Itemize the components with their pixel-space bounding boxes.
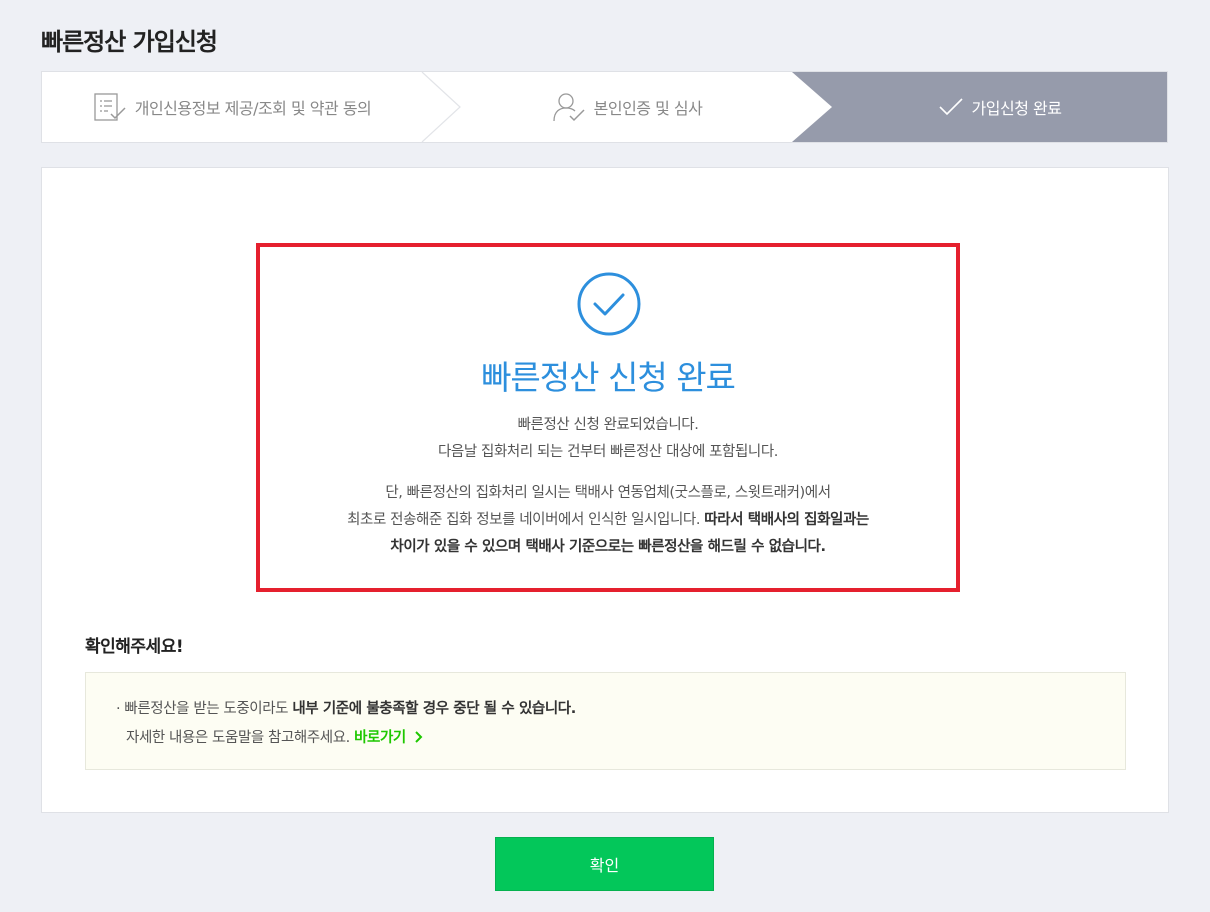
chevron-right-icon <box>414 731 422 743</box>
content-card: 빠른정산 신청 완료 빠른정산 신청 완료되었습니다. 다음날 집화처리 되는 … <box>41 167 1169 813</box>
step-complete: 가입신청 완료 <box>832 72 1167 142</box>
person-check-icon <box>552 91 586 123</box>
step-label: 본인인증 및 심사 <box>593 99 703 118</box>
completion-title: 빠른정산 신청 완료 <box>481 358 736 397</box>
shortcut-link[interactable]: 바로가기 <box>354 730 423 746</box>
document-checklist-icon <box>93 92 127 122</box>
step-verification: 본인인증 및 심사 <box>462 72 792 142</box>
step-label: 가입신청 완료 <box>971 99 1062 118</box>
settlement-notice: 단, 빠른정산의 집화처리 일시는 택배사 연동업체(굿스플로, 스윗트래커)에… <box>347 485 869 555</box>
step-consent: 개인신용정보 제공/조회 및 약관 동의 <box>42 72 422 142</box>
notice-help-line: 자세한 내용은 도움말을 참고해주세요. 바로가기 <box>116 724 1125 753</box>
page-title: 빠른정산 가입신청 <box>41 28 218 56</box>
progress-stepper: 개인신용정보 제공/조회 및 약관 동의 본인인증 및 심사 가입신청 완료 <box>41 71 1168 143</box>
step-divider-icon <box>421 72 461 142</box>
notice-line: · 빠른정산을 받는 도중이라도 내부 기준에 불충족할 경우 중단 될 수 있… <box>116 701 576 717</box>
checkmark-icon <box>938 97 964 117</box>
check-circle-icon <box>576 271 642 341</box>
completion-message: 빠른정산 신청 완료되었습니다. 다음날 집화처리 되는 건부터 빠른정산 대상… <box>437 417 779 460</box>
step-label: 개인신용정보 제공/조회 및 약관 동의 <box>134 99 372 118</box>
completion-panel: 빠른정산 신청 완료 빠른정산 신청 완료되었습니다. 다음날 집화처리 되는 … <box>256 243 960 592</box>
notice-heading: 확인해주세요! <box>85 637 184 657</box>
notice-box: · 빠른정산을 받는 도중이라도 내부 기준에 불충족할 경우 중단 될 수 있… <box>85 672 1126 770</box>
confirm-button[interactable]: 확인 <box>495 837 714 891</box>
